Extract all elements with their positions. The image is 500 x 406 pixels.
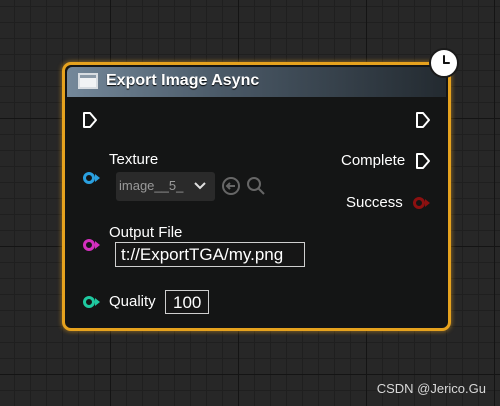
texture-label: Texture <box>109 151 159 168</box>
complete-label: Complete <box>341 152 406 169</box>
clock-icon <box>429 48 459 78</box>
node-title: Export Image Async <box>106 72 260 89</box>
texture-asset-value: image__5_ <box>119 178 184 193</box>
browse-asset-icon[interactable] <box>246 176 266 196</box>
texture-asset-combo[interactable]: image__5_ <box>116 172 215 201</box>
watermark: CSDN @Jerico.Gu <box>376 381 486 396</box>
quality-input[interactable]: 100 <box>165 290 209 314</box>
texture-pin[interactable] <box>83 172 95 184</box>
node-header[interactable]: Export Image Async <box>67 67 446 97</box>
chevron-down-icon <box>194 182 206 190</box>
output-file-pin[interactable] <box>83 239 95 251</box>
use-selected-asset-icon[interactable] <box>221 176 241 196</box>
exec-in-pin-icon[interactable] <box>82 111 98 129</box>
quality-pin[interactable] <box>83 296 95 308</box>
success-label: Success <box>346 194 403 211</box>
output-file-label: Output File <box>109 224 183 241</box>
output-file-input[interactable]: t://ExportTGA/my.png <box>115 242 305 267</box>
success-pin[interactable] <box>413 197 425 209</box>
pin-arrow-icon <box>95 298 100 306</box>
pin-arrow-icon <box>95 241 100 249</box>
image-icon <box>78 73 98 89</box>
quality-label: Quality <box>109 293 156 310</box>
pin-arrow-icon <box>425 199 430 207</box>
exec-out-pin-icon[interactable] <box>415 111 431 129</box>
complete-exec-pin-icon[interactable] <box>415 152 431 170</box>
pin-arrow-icon <box>95 174 100 182</box>
